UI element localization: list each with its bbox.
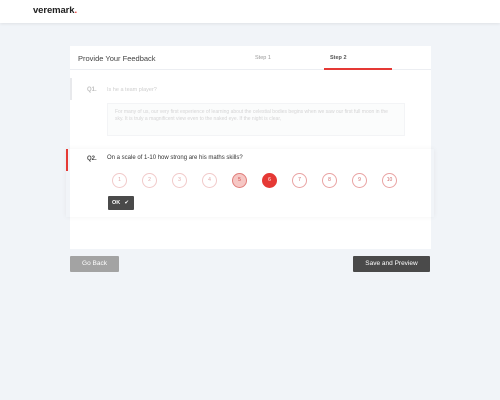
question-2-text: On a scale of 1-10 how strong are his ma… (107, 155, 243, 161)
question-1-answer-field[interactable]: For many of us, our very first experienc… (107, 103, 405, 136)
question-1: Q1. Is he a team player? For many of us,… (70, 74, 431, 154)
rating-option-9[interactable]: 9 (352, 173, 367, 188)
question-2: Q2. On a scale of 1-10 how strong are hi… (66, 149, 431, 217)
top-bar: veremark. (0, 0, 500, 23)
rating-option-8[interactable]: 8 (322, 173, 337, 188)
rating-option-2[interactable]: 2 (142, 173, 157, 188)
rating-option-6[interactable]: 6 (262, 173, 277, 188)
rating-option-1[interactable]: 1 (112, 173, 127, 188)
brand-logo[interactable]: veremark. (33, 5, 77, 16)
question-2-marker (66, 149, 68, 171)
active-step-indicator (324, 68, 392, 70)
tab-step-1[interactable]: Step 1 (255, 55, 271, 61)
rating-scale: 1 2 3 4 5 6 7 8 9 10 (112, 173, 412, 193)
rating-option-4[interactable]: 4 (202, 173, 217, 188)
rating-option-3[interactable]: 3 (172, 173, 187, 188)
rating-option-5[interactable]: 5 (232, 173, 247, 188)
rating-option-10[interactable]: 10 (382, 173, 397, 188)
ok-label: OK (112, 200, 121, 206)
question-1-marker (70, 78, 72, 100)
question-1-number: Q1. (87, 87, 97, 93)
save-and-preview-button[interactable]: Save and Preview (353, 256, 430, 272)
question-2-number: Q2. (87, 156, 97, 162)
ok-button[interactable]: OK ✔ (108, 196, 134, 210)
go-back-button[interactable]: Go Back (70, 256, 119, 272)
question-1-text: Is he a team player? (107, 87, 157, 93)
brand-dot: . (74, 5, 78, 16)
page-title: Provide Your Feedback (78, 54, 156, 63)
tab-step-2[interactable]: Step 2 (330, 55, 347, 61)
brand-name: veremark (33, 5, 75, 16)
check-icon: ✔ (124, 200, 129, 206)
rating-option-7[interactable]: 7 (292, 173, 307, 188)
feedback-card: Provide Your Feedback Step 1 Step 2 Q1. … (66, 46, 431, 249)
card-header: Provide Your Feedback Step 1 Step 2 (70, 46, 431, 70)
